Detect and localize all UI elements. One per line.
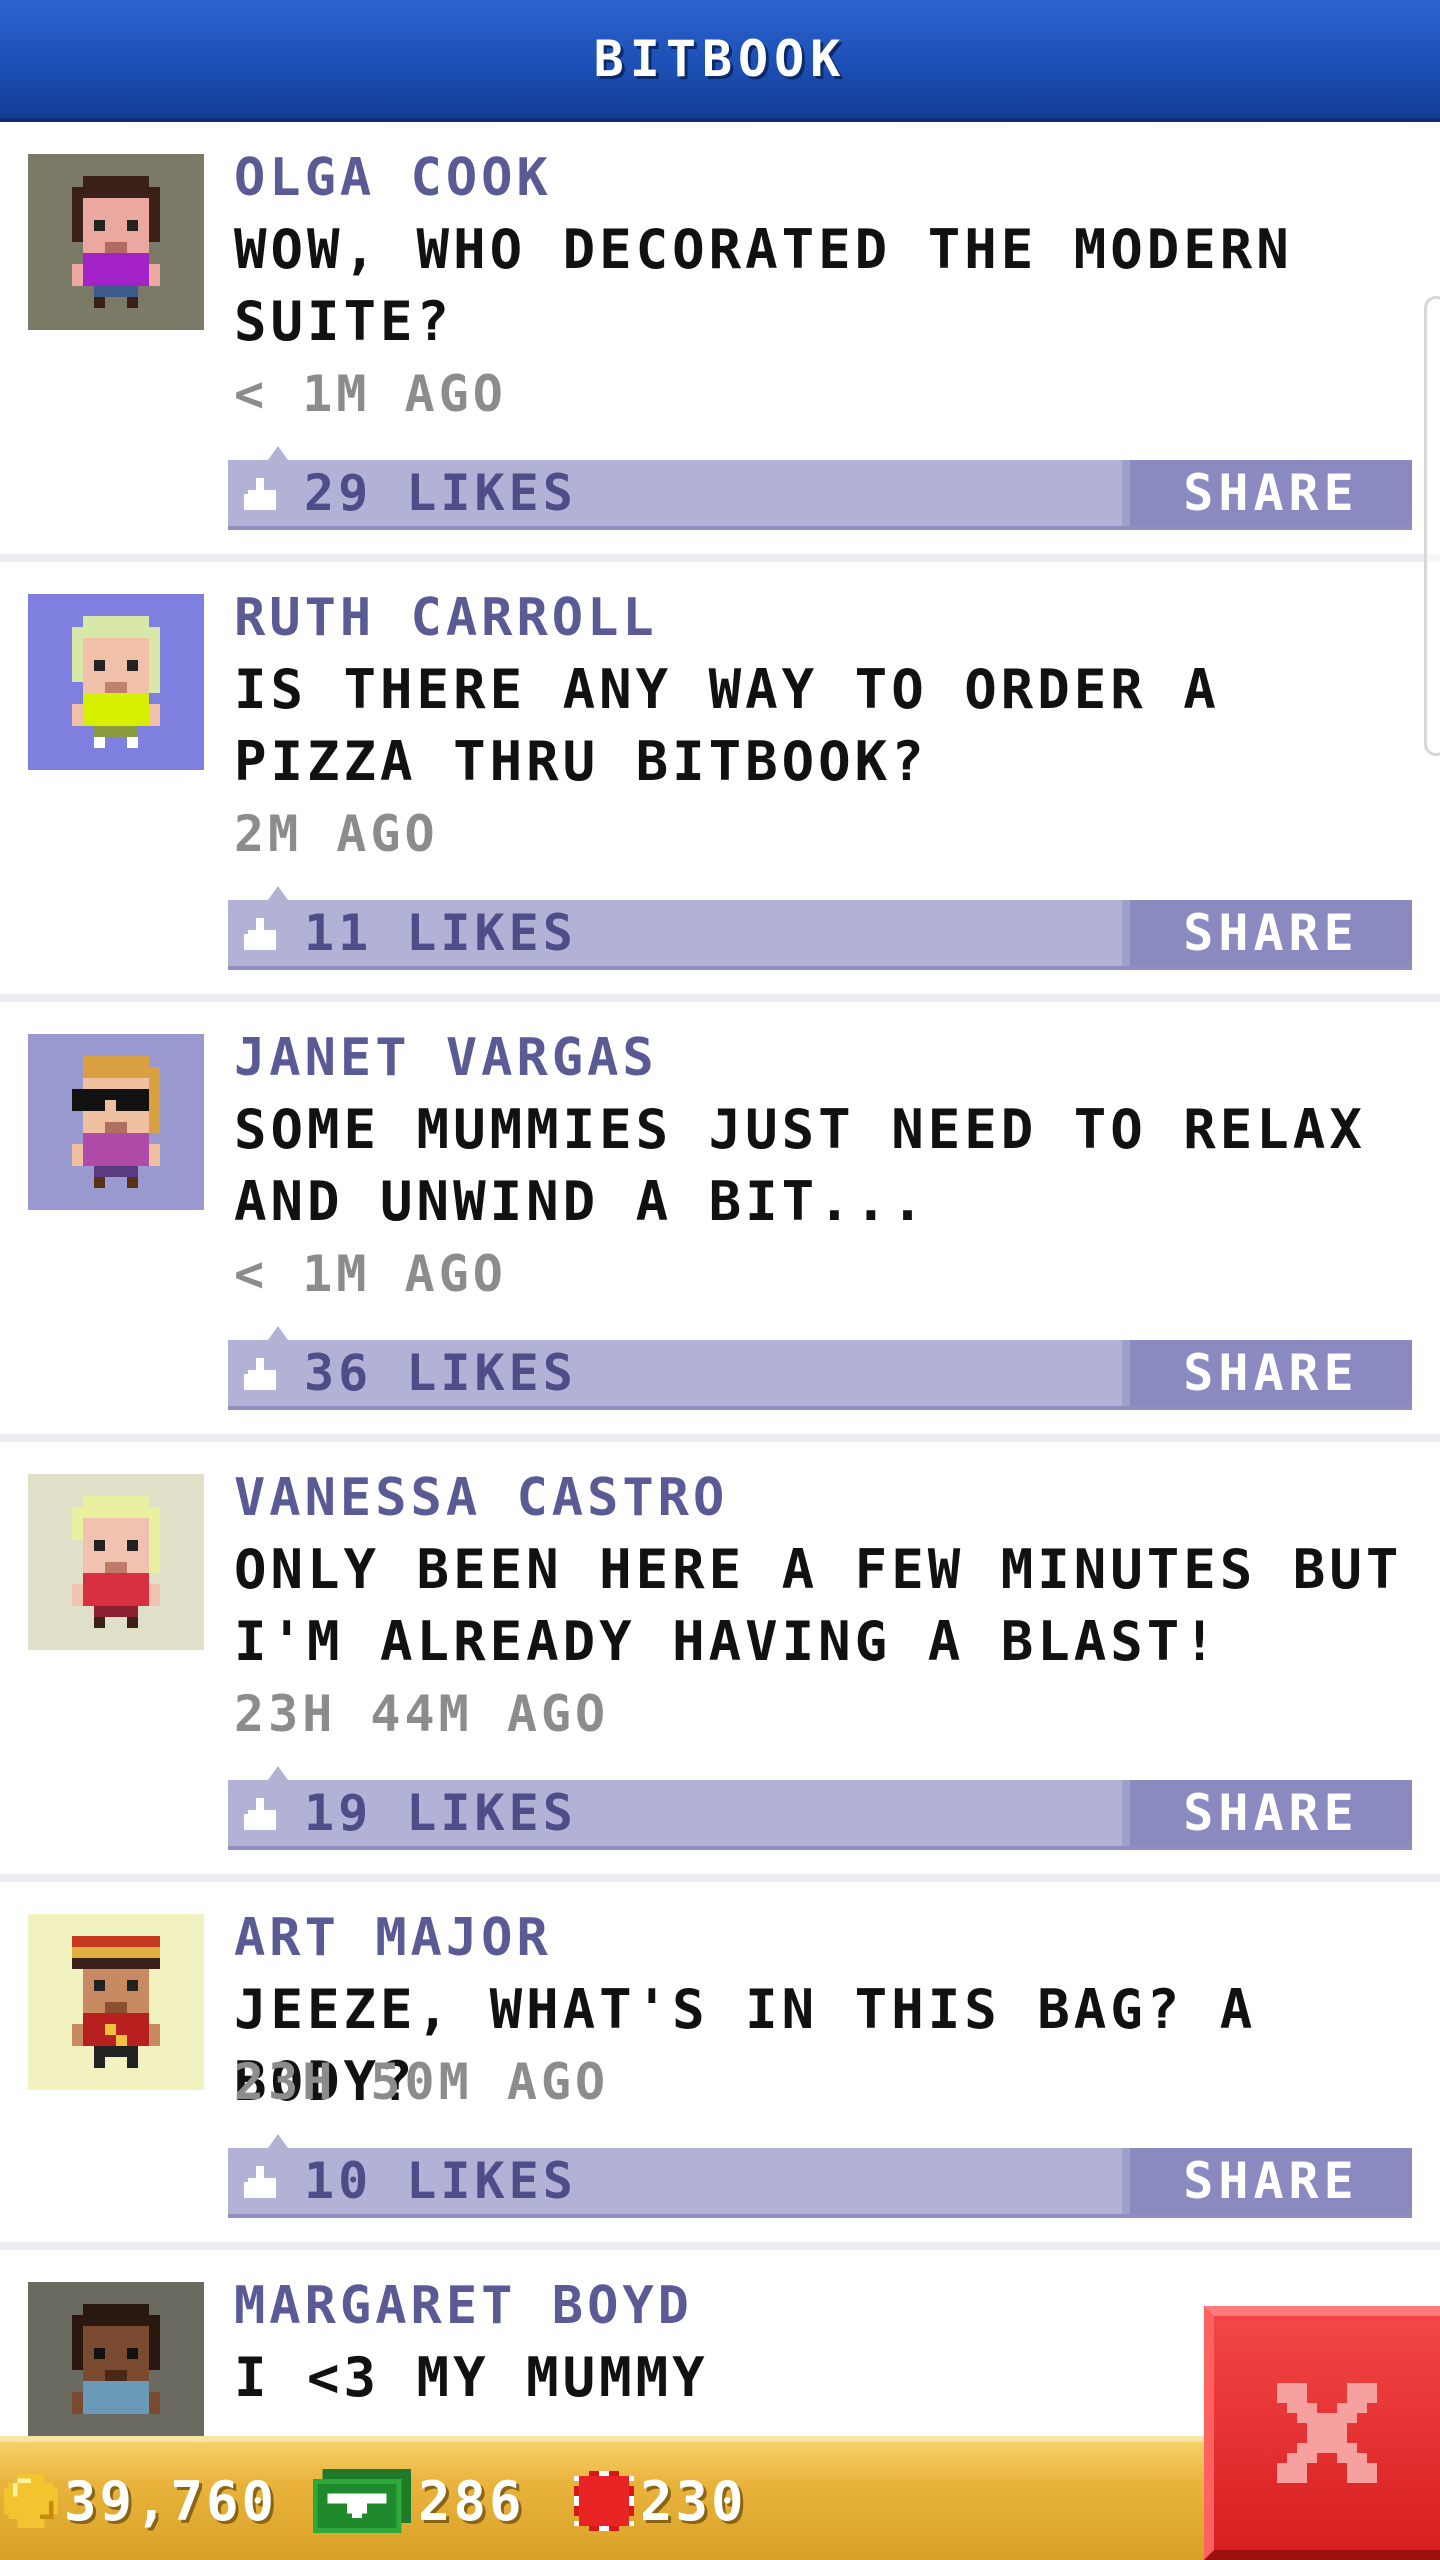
share-button[interactable]: SHARE bbox=[1122, 2148, 1412, 2214]
coin-icon bbox=[4, 2474, 58, 2528]
avatar bbox=[28, 1914, 204, 2090]
post-author[interactable]: RUTH CARROLL bbox=[234, 582, 658, 654]
tickets-value: 230 bbox=[640, 2469, 747, 2533]
likes-count[interactable]: 10 LIKES bbox=[304, 2148, 577, 2214]
post-action-bar: 36 LIKES SHARE bbox=[228, 1326, 1412, 1410]
feed-post: OLGA COOK WOW, WHO DECORATED THE MODERN … bbox=[0, 122, 1440, 562]
likes-count[interactable]: 11 LIKES bbox=[304, 900, 577, 966]
post-timestamp: 2M AGO bbox=[234, 805, 439, 863]
bux-value: 286 bbox=[418, 2469, 525, 2533]
feed-post: JANET VARGAS SOME MUMMIES JUST NEED TO R… bbox=[0, 1002, 1440, 1442]
coins-value: 39,760 bbox=[64, 2469, 278, 2533]
scroll-handle[interactable] bbox=[1424, 296, 1440, 756]
like-icon[interactable] bbox=[244, 1798, 280, 1834]
post-timestamp: 23H 50M AGO bbox=[234, 2053, 610, 2111]
post-message: WOW, WHO DECORATED THE MODERN SUITE? bbox=[234, 218, 1293, 353]
feed-post: RUTH CARROLL IS THERE ANY WAY TO ORDER A… bbox=[0, 562, 1440, 1002]
share-button[interactable]: SHARE bbox=[1122, 1340, 1412, 1406]
post-message: IS THERE ANY WAY TO ORDER A PIZZA THRU B… bbox=[234, 658, 1220, 793]
post-author[interactable]: VANESSA CASTRO bbox=[234, 1462, 728, 1534]
likes-count[interactable]: 36 LIKES bbox=[304, 1340, 577, 1406]
post-action-bar: 10 LIKES SHARE bbox=[228, 2134, 1412, 2218]
like-icon[interactable] bbox=[244, 918, 280, 954]
tickets-counter: 230 bbox=[574, 2442, 747, 2560]
coins-counter: 39,760 bbox=[4, 2442, 277, 2560]
share-button[interactable]: SHARE bbox=[1122, 1780, 1412, 1846]
post-message: ONLY BEEN HERE A FEW MINUTES BUT I'M ALR… bbox=[234, 1538, 1403, 1673]
post-timestamp: < 1M AGO bbox=[234, 365, 507, 423]
app-header: BITBOOK bbox=[0, 0, 1440, 122]
like-icon[interactable] bbox=[244, 478, 280, 514]
post-author[interactable]: JANET VARGAS bbox=[234, 1022, 658, 1094]
likes-count[interactable]: 29 LIKES bbox=[304, 460, 577, 526]
post-message: SOME MUMMIES JUST NEED TO RELAX AND UNWI… bbox=[234, 1098, 1366, 1233]
post-timestamp: 23H 44M AGO bbox=[234, 1685, 610, 1743]
post-author[interactable]: OLGA COOK bbox=[234, 142, 552, 214]
feed-list[interactable]: OLGA COOK WOW, WHO DECORATED THE MODERN … bbox=[0, 122, 1440, 2458]
like-icon[interactable] bbox=[244, 2166, 280, 2202]
avatar bbox=[28, 1034, 204, 1210]
share-button[interactable]: SHARE bbox=[1122, 460, 1412, 526]
post-action-bar: 11 LIKES SHARE bbox=[228, 886, 1412, 970]
feed-post: VANESSA CASTRO ONLY BEEN HERE A FEW MINU… bbox=[0, 1442, 1440, 1882]
likes-count[interactable]: 19 LIKES bbox=[304, 1780, 577, 1846]
avatar bbox=[28, 2282, 204, 2458]
post-timestamp: < 1M AGO bbox=[234, 1245, 507, 1303]
like-icon[interactable] bbox=[244, 1358, 280, 1394]
app-title: BITBOOK bbox=[593, 30, 847, 88]
avatar bbox=[28, 154, 204, 330]
ticket-icon bbox=[574, 2471, 634, 2531]
avatar bbox=[28, 594, 204, 770]
avatar bbox=[28, 1474, 204, 1650]
post-action-bar: 19 LIKES SHARE bbox=[228, 1766, 1412, 1850]
close-button[interactable] bbox=[1204, 2306, 1440, 2560]
close-icon bbox=[1277, 2383, 1377, 2483]
feed-post: ART MAJOR JEEZE, WHAT'S IN THIS BAG? A B… bbox=[0, 1882, 1440, 2250]
bux-counter: 286 bbox=[312, 2442, 525, 2560]
share-button[interactable]: SHARE bbox=[1122, 900, 1412, 966]
post-author[interactable]: ART MAJOR bbox=[234, 1902, 552, 1974]
post-author[interactable]: MARGARET BOYD bbox=[234, 2270, 693, 2342]
bux-icon bbox=[312, 2469, 412, 2533]
post-action-bar: 29 LIKES SHARE bbox=[228, 446, 1412, 530]
